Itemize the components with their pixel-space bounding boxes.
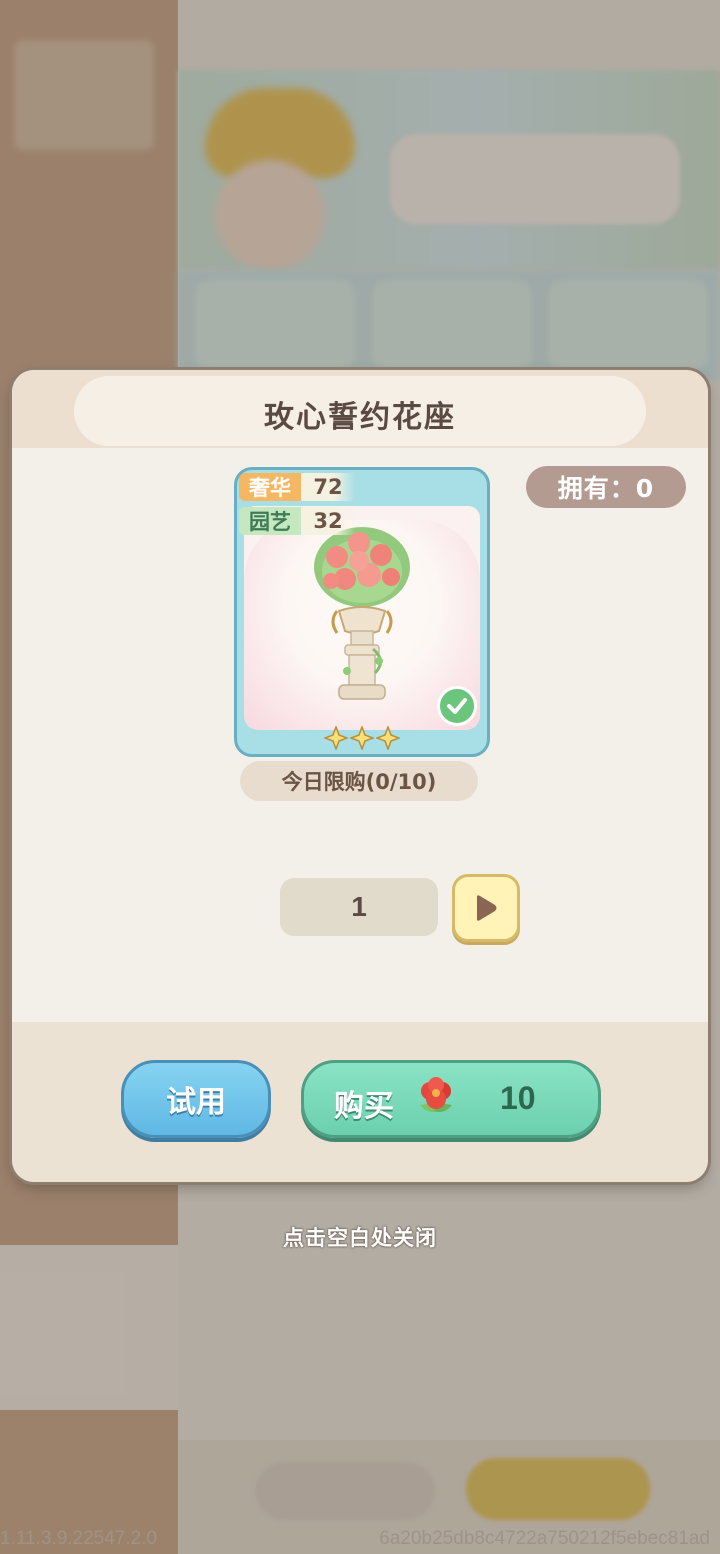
stat-row-gardening: 园艺 32 — [239, 506, 355, 536]
stat-value-gardening: 32 — [301, 507, 355, 535]
quantity-increase-button[interactable] — [452, 874, 520, 942]
daily-limit-label: 今日限购(0/10) — [240, 761, 478, 801]
stat-row-luxury: 奢华 72 — [239, 472, 355, 502]
item-purchase-dialog: 玫心誓约花座 拥有：0 奢华 72 园艺 32 今日限购(0/10) 1 试用 … — [12, 370, 708, 1182]
rarity-stars — [237, 726, 487, 750]
stat-label-luxury: 奢华 — [239, 473, 301, 501]
star-icon — [376, 726, 400, 750]
try-on-button[interactable]: 试用 — [121, 1060, 271, 1138]
owned-count-badge: 拥有：0 — [526, 466, 686, 508]
dialog-title: 玫心誓约花座 — [264, 400, 456, 435]
quantity-field[interactable]: 1 — [280, 878, 438, 936]
star-icon — [350, 726, 374, 750]
buy-button-label: 购买 — [334, 1089, 394, 1124]
stat-label-gardening: 园艺 — [239, 507, 301, 535]
item-card: 奢华 72 园艺 32 — [234, 467, 490, 757]
build-hash: 6a20b25db8c4722a750212f5ebec81ad — [379, 1528, 710, 1549]
buy-price: 10 — [500, 1080, 536, 1116]
owned-check-icon — [437, 686, 477, 726]
buy-button[interactable]: 购买 10 — [301, 1060, 601, 1138]
tap-outside-to-close-hint: 点击空白处关闭 — [283, 1226, 437, 1250]
build-version: 1.11.3.9.22547.2.0 — [0, 1528, 158, 1549]
red-flower-icon — [414, 1075, 458, 1123]
star-icon — [324, 726, 348, 750]
stat-value-luxury: 72 — [301, 473, 355, 501]
